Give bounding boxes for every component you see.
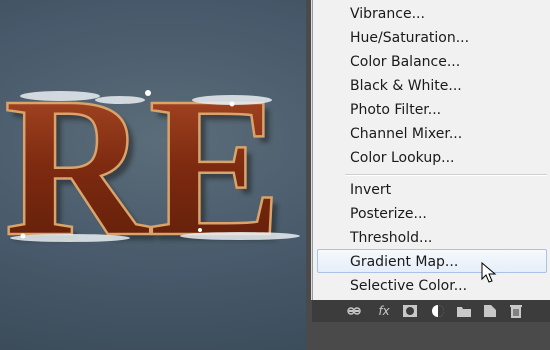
menu-item-hue-saturation[interactable]: Hue/Saturation... (313, 26, 550, 50)
menu-item-photo-filter[interactable]: Photo Filter... (313, 98, 550, 122)
menu-item-vibrance[interactable]: Vibrance... (313, 2, 550, 26)
menu-item-gradient-map[interactable]: Gradient Map... (317, 249, 547, 273)
menu-item-invert[interactable]: Invert (313, 178, 550, 202)
menu-separator (345, 174, 547, 176)
layers-toolbar: fx (312, 300, 550, 322)
mask-icon[interactable] (402, 303, 418, 319)
menu-item-posterize[interactable]: Posterize... (313, 202, 550, 226)
folder-icon[interactable] (456, 303, 472, 319)
link-icon[interactable] (346, 303, 362, 319)
menu-item-black-white[interactable]: Black & White... (313, 74, 550, 98)
artwork-letters: RE (4, 57, 282, 278)
artwork: RE RE (3, 56, 300, 284)
adjustment-icon[interactable] (430, 303, 446, 319)
trash-icon[interactable] (508, 303, 524, 319)
menu-item-threshold[interactable]: Threshold... (313, 226, 550, 250)
adjustment-menu: Vibrance... Hue/Saturation... Color Bala… (312, 0, 550, 300)
menu-item-channel-mixer[interactable]: Channel Mixer... (313, 122, 550, 146)
new-layer-icon[interactable] (482, 303, 498, 319)
mouse-pointer-icon (481, 261, 497, 288)
menu-item-color-balance[interactable]: Color Balance... (313, 50, 550, 74)
menu-item-selective-color[interactable]: Selective Color... (313, 274, 550, 298)
menu-item-color-lookup[interactable]: Color Lookup... (313, 146, 550, 170)
fx-icon[interactable]: fx (374, 303, 394, 319)
